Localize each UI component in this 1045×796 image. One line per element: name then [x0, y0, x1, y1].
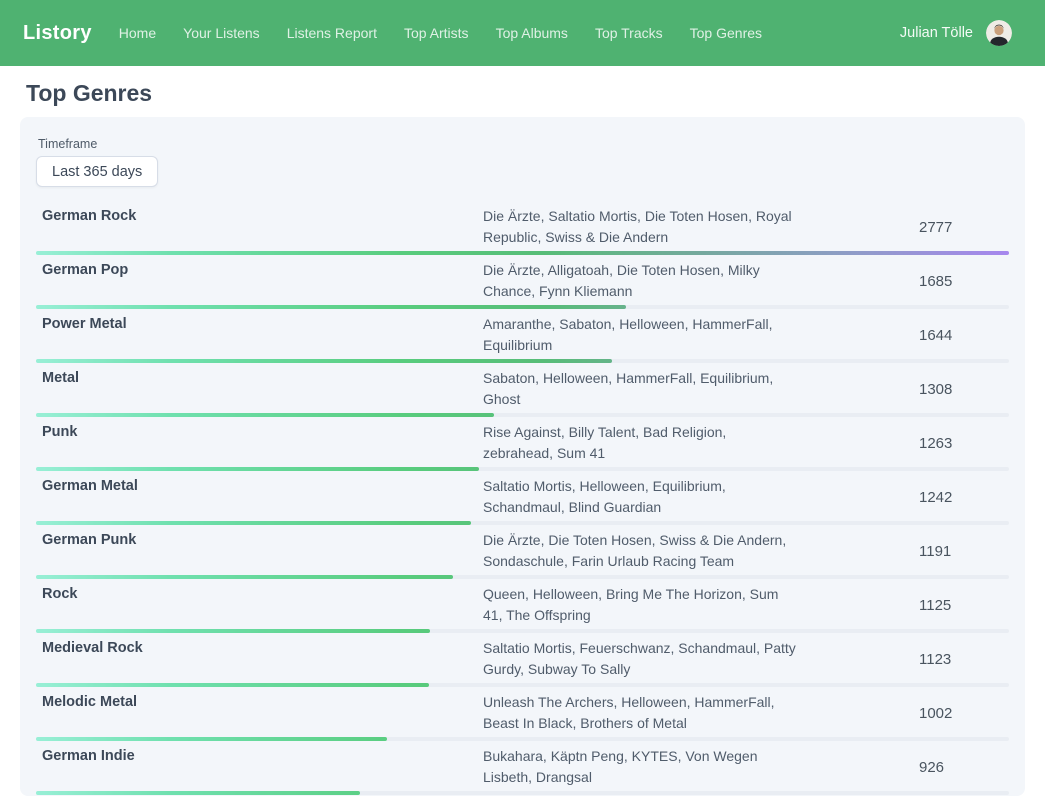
nav-item-listens-report[interactable]: Listens Report: [287, 25, 377, 41]
genre-row: Metal Sabaton, Helloween, HammerFall, Eq…: [36, 363, 1009, 417]
genre-name: German Metal: [36, 476, 483, 518]
nav-item-top-artists[interactable]: Top Artists: [404, 25, 469, 41]
user-name[interactable]: Julian Tölle: [900, 25, 973, 41]
genre-row: Punk Rise Against, Billy Talent, Bad Rel…: [36, 417, 1009, 471]
brand-logo[interactable]: Listory: [23, 22, 92, 45]
genre-row: Rock Queen, Helloween, Bring Me The Hori…: [36, 579, 1009, 633]
main-content: Top Genres Timeframe Last 365 days Germa…: [0, 80, 1045, 796]
genre-table: German Rock Die Ärzte, Saltatio Mortis, …: [36, 201, 1009, 795]
genre-artists: Saltatio Mortis, Helloween, Equilibrium,…: [483, 476, 919, 518]
genre-name: Rock: [36, 584, 483, 626]
genre-artists: Saltatio Mortis, Feuerschwanz, Schandmau…: [483, 638, 919, 680]
genre-name: Power Metal: [36, 314, 483, 356]
genre-bar-fill: [36, 791, 360, 795]
genre-name: German Pop: [36, 260, 483, 302]
timeframe-control: Timeframe Last 365 days: [36, 137, 1009, 187]
genre-bar-track: [36, 791, 1009, 795]
genre-artists: Die Ärzte, Alligatoah, Die Toten Hosen, …: [483, 260, 919, 302]
genre-count: 1002: [919, 705, 1009, 722]
main-nav: Home Your Listens Listens Report Top Artist…: [119, 25, 762, 41]
genre-name: Medieval Rock: [36, 638, 483, 680]
timeframe-label: Timeframe: [38, 137, 1009, 151]
genre-row: German Rock Die Ärzte, Saltatio Mortis, …: [36, 201, 1009, 255]
navbar-user-area: Julian Tölle: [900, 20, 1025, 46]
navbar: Listory Home Your Listens Listens Report To…: [0, 0, 1045, 66]
genre-count: 1123: [919, 651, 1009, 668]
genre-count: 1263: [919, 435, 1009, 452]
top-genres-card: Timeframe Last 365 days German Rock Die …: [20, 117, 1025, 796]
genre-row: Power Metal Amaranthe, Sabaton, Hellowee…: [36, 309, 1009, 363]
genre-count: 1191: [919, 543, 1009, 560]
genre-row: German Pop Die Ärzte, Alligatoah, Die To…: [36, 255, 1009, 309]
genre-row: Medieval Rock Saltatio Mortis, Feuerschw…: [36, 633, 1009, 687]
genre-count: 2777: [919, 219, 1009, 236]
genre-count: 1242: [919, 489, 1009, 506]
genre-count: 926: [919, 759, 1009, 776]
genre-row: German Punk Die Ärzte, Die Toten Hosen, …: [36, 525, 1009, 579]
genre-artists: Unleash The Archers, Helloween, HammerFa…: [483, 692, 919, 734]
nav-item-your-listens[interactable]: Your Listens: [183, 25, 260, 41]
genre-row: German Indie Bukahara, Käptn Peng, KYTES…: [36, 741, 1009, 795]
genre-name: Metal: [36, 368, 483, 410]
genre-name: German Rock: [36, 206, 483, 248]
user-avatar-photo[interactable]: [986, 20, 1012, 46]
genre-row: Melodic Metal Unleash The Archers, Hello…: [36, 687, 1009, 741]
genre-artists: Sabaton, Helloween, HammerFall, Equilibr…: [483, 368, 919, 410]
genre-artists: Queen, Helloween, Bring Me The Horizon, …: [483, 584, 919, 626]
genre-artists: Die Ärzte, Die Toten Hosen, Swiss & Die …: [483, 530, 919, 572]
genre-name: Melodic Metal: [36, 692, 483, 734]
genre-name: Punk: [36, 422, 483, 464]
page-title: Top Genres: [26, 80, 1019, 106]
genre-count: 1125: [919, 597, 1009, 614]
genre-artists: Die Ärzte, Saltatio Mortis, Die Toten Ho…: [483, 206, 919, 248]
genre-count: 1644: [919, 327, 1009, 344]
nav-item-top-albums[interactable]: Top Albums: [496, 25, 568, 41]
avatar-image: [986, 20, 1012, 46]
genre-artists: Bukahara, Käptn Peng, KYTES, Von Wegen L…: [483, 746, 919, 788]
nav-item-top-tracks[interactable]: Top Tracks: [595, 25, 663, 41]
timeframe-select-button[interactable]: Last 365 days: [36, 156, 158, 187]
genre-name: German Indie: [36, 746, 483, 788]
nav-item-top-genres[interactable]: Top Genres: [690, 25, 762, 41]
genre-row: German Metal Saltatio Mortis, Helloween,…: [36, 471, 1009, 525]
genre-name: German Punk: [36, 530, 483, 572]
genre-artists: Amaranthe, Sabaton, Helloween, HammerFal…: [483, 314, 919, 356]
genre-count: 1308: [919, 381, 1009, 398]
genre-count: 1685: [919, 273, 1009, 290]
genre-artists: Rise Against, Billy Talent, Bad Religion…: [483, 422, 919, 464]
nav-item-home[interactable]: Home: [119, 25, 156, 41]
